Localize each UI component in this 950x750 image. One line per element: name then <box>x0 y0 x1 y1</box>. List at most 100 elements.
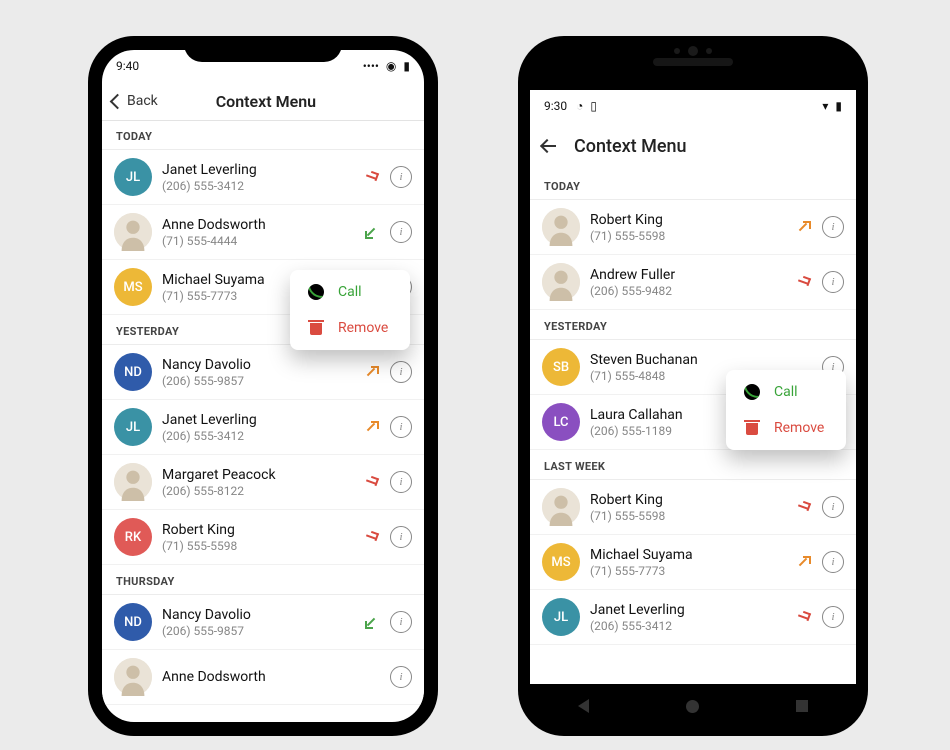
avatar-initials: LC <box>542 403 580 441</box>
missed-call-icon <box>364 530 378 544</box>
context-call-label: Call <box>774 384 798 400</box>
avatar-photo <box>542 263 580 301</box>
outgoing-call-icon <box>364 420 378 434</box>
contact-name: Robert King <box>162 522 364 538</box>
avatar-initials: SB <box>542 348 580 386</box>
info-button[interactable]: i <box>390 416 412 438</box>
sim-icon: ▯ <box>590 99 597 113</box>
contact-phone: (71) 555-5598 <box>590 509 796 523</box>
nav-home-icon[interactable] <box>686 700 699 713</box>
nav-back-icon[interactable] <box>578 699 589 713</box>
contact-phone: (206) 555-9857 <box>162 374 364 388</box>
call-row[interactable]: JLJanet Leverling(206) 555-3412i <box>102 150 424 205</box>
info-button[interactable]: i <box>822 271 844 293</box>
android-phone: 9:30 ◔ ▯ ▾ ▮ Context Menu TODAYRobert Ki… <box>518 36 868 736</box>
call-row[interactable]: Margaret Peacock(206) 555-8122 i <box>102 455 424 510</box>
contact-phone: (206) 555-3412 <box>162 179 364 193</box>
avatar-initials: JL <box>542 598 580 636</box>
cellular-icon: •••• <box>363 59 379 73</box>
outgoing-call-icon <box>364 365 378 379</box>
avatar-initials: ND <box>114 603 152 641</box>
info-button[interactable]: i <box>822 551 844 573</box>
contact-name: Andrew Fuller <box>590 267 796 283</box>
info-button[interactable]: i <box>390 166 412 188</box>
info-button[interactable]: i <box>390 526 412 548</box>
call-row[interactable]: Robert King(71) 555-5598i <box>530 200 856 255</box>
context-remove[interactable]: Remove <box>726 410 846 446</box>
avatar-photo <box>114 658 152 696</box>
missed-call-icon <box>796 275 810 289</box>
info-button[interactable]: i <box>822 496 844 518</box>
call-row[interactable]: JLJanet Leverling(206) 555-3412i <box>530 590 856 645</box>
call-row[interactable]: NDNancy Davolio(206) 555-9857i <box>102 595 424 650</box>
info-button[interactable]: i <box>822 216 844 238</box>
contact-name: Margaret Peacock <box>162 467 364 483</box>
call-row[interactable]: MSMichael Suyama(71) 555-7773i <box>530 535 856 590</box>
contact-phone: (206) 555-3412 <box>162 429 364 443</box>
avatar-initials: MS <box>542 543 580 581</box>
ios-notch <box>184 36 342 62</box>
ios-screen: 9:40 •••• ◉ ▮ Back Context Menu TODAYJLJ… <box>102 50 424 722</box>
call-row[interactable]: RKRobert King(71) 555-5598i <box>102 510 424 565</box>
contact-name: Robert King <box>590 212 796 228</box>
context-call[interactable]: Call <box>726 374 846 410</box>
contact-name: Robert King <box>590 492 796 508</box>
trash-icon <box>308 320 324 336</box>
back-button[interactable]: Back <box>112 93 158 109</box>
context-remove[interactable]: Remove <box>290 310 410 346</box>
phone-icon <box>744 384 760 400</box>
info-button[interactable]: i <box>390 666 412 688</box>
browser-icon: ◔ <box>576 99 583 113</box>
info-button[interactable]: i <box>822 606 844 628</box>
context-call[interactable]: Call <box>290 274 410 310</box>
missed-call-icon <box>796 610 810 624</box>
android-status-icons: ▾ ▮ <box>818 99 842 113</box>
call-row[interactable]: ND Nancy Davolio(206) 555-9857 i <box>102 345 424 400</box>
incoming-call-icon <box>364 615 378 629</box>
call-row[interactable]: Robert King(71) 555-5598 i <box>530 480 856 535</box>
call-row[interactable]: JLJanet Leverling(206) 555-3412i <box>102 400 424 455</box>
section-header: LAST WEEK <box>530 450 856 480</box>
context-remove-label: Remove <box>774 420 824 436</box>
info-button[interactable]: i <box>390 611 412 633</box>
contact-name: Nancy Davolio <box>162 357 364 373</box>
ios-status-icons: •••• ◉ ▮ <box>359 59 410 73</box>
call-row[interactable]: Andrew Fuller(206) 555-9482i <box>530 255 856 310</box>
ios-time: 9:40 <box>116 59 139 73</box>
ios-navbar: Back Context Menu <box>102 82 424 121</box>
outgoing-call-icon <box>796 555 810 569</box>
contact-name: Nancy Davolio <box>162 607 364 623</box>
phone-icon <box>308 284 324 300</box>
page-title: Context Menu <box>158 92 374 111</box>
android-camera <box>688 46 698 56</box>
trash-icon <box>744 420 760 436</box>
outgoing-call-icon <box>796 220 810 234</box>
avatar-initials: ND <box>114 353 152 391</box>
info-button[interactable]: i <box>390 471 412 493</box>
back-button[interactable] <box>540 137 558 155</box>
incoming-call-icon <box>364 225 378 239</box>
call-row[interactable]: Anne Dodsworthi <box>102 650 424 705</box>
context-call-label: Call <box>338 284 362 300</box>
contact-phone: (206) 555-8122 <box>162 484 364 498</box>
missed-call-icon <box>796 500 810 514</box>
avatar-initials: JL <box>114 408 152 446</box>
info-button[interactable]: i <box>390 361 412 383</box>
contact-name: Steven Buchanan <box>590 352 822 368</box>
info-button[interactable]: i <box>390 221 412 243</box>
stage: 9:40 •••• ◉ ▮ Back Context Menu TODAY JL J… <box>0 0 950 750</box>
section-header: TODAY <box>530 170 856 200</box>
contact-phone: (71) 555-5598 <box>162 539 364 553</box>
android-speaker <box>653 58 733 66</box>
call-row[interactable]: Anne Dodsworth(71) 555-4444i <box>102 205 424 260</box>
missed-call-icon <box>364 170 378 184</box>
section-header: YESTERDAY <box>530 310 856 340</box>
context-menu: Call Remove <box>290 270 410 350</box>
nav-recent-icon[interactable] <box>796 700 808 712</box>
contact-phone: (206) 555-3412 <box>590 619 796 633</box>
ios-list[interactable]: TODAYJLJanet Leverling(206) 555-3412iAnn… <box>102 120 424 722</box>
avatar-initials: MS <box>114 268 152 306</box>
battery-icon: ▮ <box>403 59 410 73</box>
contact-name: Anne Dodsworth <box>162 217 364 233</box>
page-title: Context Menu <box>574 136 846 157</box>
